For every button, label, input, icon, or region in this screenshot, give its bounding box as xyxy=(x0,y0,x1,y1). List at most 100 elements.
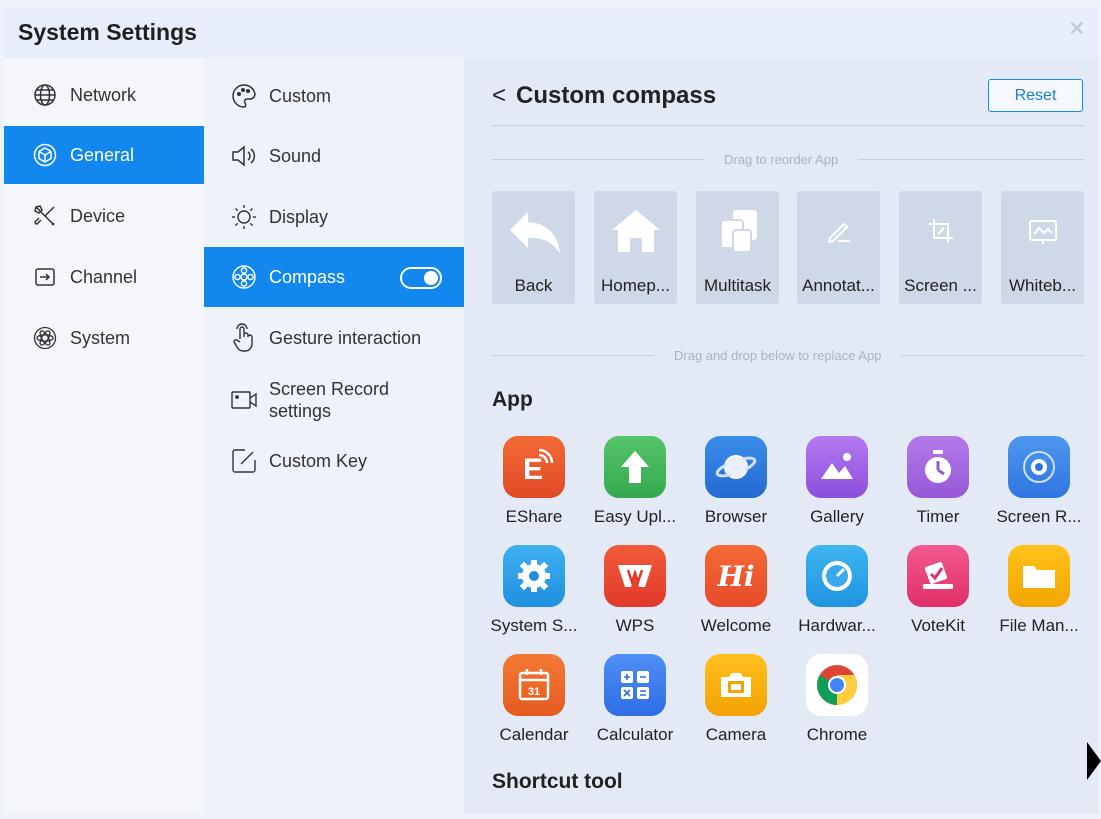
submenu-item-screen-record[interactable]: Screen Record settings xyxy=(204,370,464,430)
reset-button[interactable]: Reset xyxy=(988,79,1083,112)
header-divider xyxy=(492,125,1084,126)
app-file-manager[interactable]: File Man... xyxy=(989,545,1089,645)
slot-label: Homep... xyxy=(601,276,670,295)
slot-label: Whiteb... xyxy=(1008,276,1077,295)
sidebar-item-general[interactable]: General xyxy=(4,126,204,184)
submenu-item-custom-key[interactable]: Custom Key xyxy=(204,431,464,491)
timer-icon xyxy=(907,436,969,498)
upload-icon xyxy=(604,436,666,498)
app-screen-record[interactable]: Screen R... xyxy=(989,436,1089,536)
votekit-icon xyxy=(907,545,969,607)
gear-icon xyxy=(503,545,565,607)
close-icon[interactable]: ✕ xyxy=(1068,18,1086,40)
folder-icon xyxy=(1008,545,1070,607)
submenu-item-label: Sound xyxy=(269,145,322,166)
app-votekit[interactable]: VoteKit xyxy=(888,545,988,645)
slot-label: Back xyxy=(514,276,553,295)
app-label: VoteKit xyxy=(911,616,965,635)
label-line-1: Screen Record xyxy=(269,379,390,399)
back-arrow-icon xyxy=(492,191,575,271)
eshare-icon: E xyxy=(503,436,565,498)
input-icon xyxy=(32,264,58,290)
app-label: Camera xyxy=(705,725,767,744)
back-chevron-icon[interactable]: < xyxy=(492,82,506,110)
app-label: Gallery xyxy=(810,507,864,526)
compass-slot[interactable]: Back xyxy=(492,191,575,304)
brightness-icon xyxy=(230,203,258,231)
tools-icon xyxy=(32,203,58,229)
sidebar-item-label: Device xyxy=(70,205,126,226)
sidebar-item-channel[interactable]: Channel xyxy=(4,248,204,306)
compass-slot[interactable]: Screen ... xyxy=(899,191,982,304)
submenu-item-label: Compass xyxy=(269,266,346,287)
app-eshare[interactable]: E EShare xyxy=(484,436,584,536)
app-camera[interactable]: Camera xyxy=(686,654,786,754)
content-panel: < Custom compass Reset Drag to reorder A… xyxy=(464,58,1098,814)
reorder-hint: Drag to reorder App xyxy=(704,152,859,167)
record-icon xyxy=(230,386,258,414)
welcome-icon: Hi xyxy=(705,545,767,607)
sidebar: Network General Device Channel System xyxy=(4,58,204,814)
home-icon xyxy=(594,191,677,271)
gallery-icon xyxy=(806,436,868,498)
app-label: Timer xyxy=(916,507,960,526)
submenu-item-sound[interactable]: Sound xyxy=(204,126,464,186)
app-calendar[interactable]: 31 Calendar xyxy=(484,654,584,754)
app-label: Screen R... xyxy=(996,507,1082,526)
submenu-item-custom[interactable]: Custom xyxy=(204,66,464,126)
compass-slot[interactable]: Annotat... xyxy=(797,191,880,304)
compass-slot[interactable]: Multitask xyxy=(696,191,779,304)
mouse-pointer-icon xyxy=(1087,742,1101,780)
app-wps[interactable]: WPS xyxy=(585,545,685,645)
app-label: WPS xyxy=(615,616,655,635)
sidebar-item-label: General xyxy=(70,144,135,165)
compass-slot[interactable]: Homep... xyxy=(594,191,677,304)
sidebar-item-label: System xyxy=(70,327,131,348)
title-bar: System Settings ✕ xyxy=(4,8,1098,58)
app-easy-upload[interactable]: Easy Upl... xyxy=(585,436,685,536)
submenu: Custom Sound Display Compass Gesture int… xyxy=(204,58,464,814)
sidebar-item-network[interactable]: Network xyxy=(4,66,204,124)
app-label: Calendar xyxy=(499,725,569,744)
pencil-icon xyxy=(797,191,880,271)
shortcut-section-title: Shortcut tool xyxy=(492,770,623,793)
planet-icon xyxy=(705,436,767,498)
camera-icon xyxy=(705,654,767,716)
speaker-icon xyxy=(230,142,258,170)
whiteboard-icon xyxy=(1001,191,1084,271)
settings-window: System Settings ✕ Network General Device xyxy=(4,8,1098,814)
app-label: Chrome xyxy=(806,725,868,744)
app-label: Easy Upl... xyxy=(593,507,677,526)
slot-label: Screen ... xyxy=(904,276,977,295)
submenu-item-compass[interactable]: Compass xyxy=(204,247,464,307)
submenu-item-gesture[interactable]: Gesture interaction xyxy=(204,308,464,368)
app-timer[interactable]: Timer xyxy=(888,436,988,536)
submenu-item-label: Custom xyxy=(269,85,332,106)
chrome-icon xyxy=(806,654,868,716)
hand-pointer-icon xyxy=(230,323,258,352)
app-label: Hardwar... xyxy=(798,616,876,635)
app-system-settings[interactable]: System S... xyxy=(484,545,584,645)
submenu-item-label: Custom Key xyxy=(269,450,368,471)
app-browser[interactable]: Browser xyxy=(686,436,786,536)
app-chrome[interactable]: Chrome xyxy=(787,654,887,754)
screen-record-icon xyxy=(1008,436,1070,498)
app-label: Calculator xyxy=(596,725,674,744)
wps-icon xyxy=(604,545,666,607)
app-hardware[interactable]: Hardwar... xyxy=(787,545,887,645)
app-gallery[interactable]: Gallery xyxy=(787,436,887,536)
submenu-item-display[interactable]: Display xyxy=(204,187,464,247)
sidebar-item-device[interactable]: Device xyxy=(4,187,204,245)
app-welcome[interactable]: Hi Welcome xyxy=(686,545,786,645)
submenu-item-label: Display xyxy=(269,206,329,227)
page-title: Custom compass xyxy=(516,82,717,109)
calendar-icon: 31 xyxy=(503,654,565,716)
compass-icon xyxy=(230,263,258,291)
sidebar-item-system[interactable]: System xyxy=(4,309,204,367)
compass-toggle[interactable] xyxy=(400,267,442,289)
app-label: Welcome xyxy=(700,616,772,635)
submenu-item-label: Screen Record settings xyxy=(269,378,389,422)
compass-slot[interactable]: Whiteb... xyxy=(1001,191,1084,304)
globe-icon xyxy=(32,82,58,108)
app-calculator[interactable]: Calculator xyxy=(585,654,685,754)
